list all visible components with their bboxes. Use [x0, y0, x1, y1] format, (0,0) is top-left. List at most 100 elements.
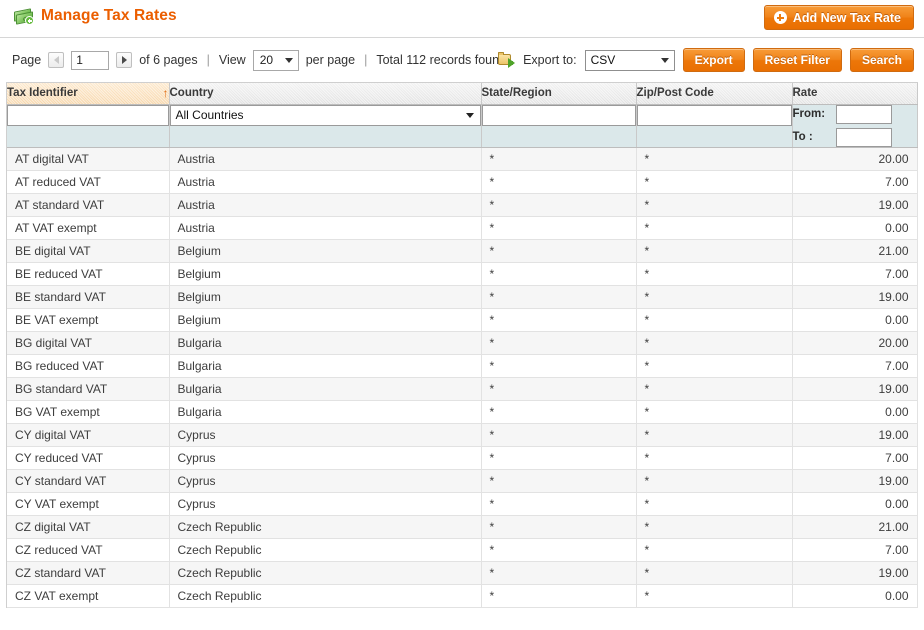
cell-zip-post-code[interactable]: * — [636, 561, 793, 585]
cell-rate[interactable]: 19.00 — [792, 193, 918, 217]
cell-zip-post-code[interactable]: * — [636, 377, 793, 401]
reset-filter-button[interactable]: Reset Filter — [752, 48, 842, 72]
cell-state-region[interactable]: * — [481, 285, 637, 309]
cell-rate[interactable]: 7.00 — [792, 262, 918, 286]
cell-rate[interactable]: 7.00 — [792, 538, 918, 562]
cell-rate[interactable]: 19.00 — [792, 561, 918, 585]
filter-rate-to-input[interactable] — [835, 127, 892, 147]
cell-zip-post-code[interactable]: * — [636, 538, 793, 562]
cell-tax-identifier[interactable]: BE digital VAT — [7, 239, 170, 263]
table-row[interactable]: CY reduced VAT Cyprus * * 7.00 — [7, 446, 918, 470]
cell-state-region[interactable]: * — [481, 331, 637, 355]
cell-country[interactable]: Bulgaria — [169, 377, 482, 401]
table-row[interactable]: CZ digital VAT Czech Republic * * 21.00 — [7, 515, 918, 539]
column-header-country[interactable]: Country — [169, 83, 482, 105]
cell-tax-identifier[interactable]: CY standard VAT — [7, 469, 170, 493]
cell-state-region[interactable]: * — [481, 584, 637, 608]
table-row[interactable]: BE standard VAT Belgium * * 19.00 — [7, 285, 918, 309]
cell-tax-identifier[interactable]: CY VAT exempt — [7, 492, 170, 516]
table-row[interactable]: BG standard VAT Bulgaria * * 19.00 — [7, 377, 918, 401]
cell-country[interactable]: Belgium — [169, 239, 482, 263]
table-row[interactable]: CZ reduced VAT Czech Republic * * 7.00 — [7, 538, 918, 562]
export-format-select[interactable]: CSV — [584, 49, 675, 71]
page-number-input[interactable] — [71, 50, 110, 70]
cell-state-region[interactable]: * — [481, 446, 637, 470]
cell-country[interactable]: Austria — [169, 170, 482, 194]
cell-rate[interactable]: 0.00 — [792, 308, 918, 332]
cell-state-region[interactable]: * — [481, 400, 637, 424]
table-row[interactable]: CY VAT exempt Cyprus * * 0.00 — [7, 492, 918, 516]
cell-tax-identifier[interactable]: CY reduced VAT — [7, 446, 170, 470]
cell-state-region[interactable]: * — [481, 239, 637, 263]
cell-zip-post-code[interactable]: * — [636, 147, 793, 171]
cell-zip-post-code[interactable]: * — [636, 354, 793, 378]
cell-zip-post-code[interactable]: * — [636, 216, 793, 240]
cell-rate[interactable]: 7.00 — [792, 354, 918, 378]
cell-state-region[interactable]: * — [481, 515, 637, 539]
table-row[interactable]: BE digital VAT Belgium * * 21.00 — [7, 239, 918, 263]
filter-country-select[interactable]: All Countries — [169, 104, 481, 126]
cell-state-region[interactable]: * — [481, 561, 637, 585]
column-header-zip-post-code[interactable]: Zip/Post Code — [636, 83, 793, 105]
cell-rate[interactable]: 21.00 — [792, 239, 918, 263]
table-row[interactable]: AT standard VAT Austria * * 19.00 — [7, 193, 918, 217]
cell-state-region[interactable]: * — [481, 492, 637, 516]
cell-country[interactable]: Cyprus — [169, 492, 482, 516]
cell-rate[interactable]: 0.00 — [792, 584, 918, 608]
cell-tax-identifier[interactable]: BE VAT exempt — [7, 308, 170, 332]
cell-zip-post-code[interactable]: * — [636, 446, 793, 470]
add-new-tax-rate-button[interactable]: Add New Tax Rate — [763, 5, 914, 30]
per-page-select[interactable]: 20 — [252, 49, 299, 71]
cell-zip-post-code[interactable]: * — [636, 515, 793, 539]
cell-rate[interactable]: 19.00 — [792, 423, 918, 447]
filter-zip-post-code-input[interactable] — [636, 104, 792, 126]
cell-zip-post-code[interactable]: * — [636, 308, 793, 332]
cell-tax-identifier[interactable]: CZ reduced VAT — [7, 538, 170, 562]
column-header-state-region[interactable]: State/Region — [481, 83, 637, 105]
cell-country[interactable]: Belgium — [169, 262, 482, 286]
cell-country[interactable]: Bulgaria — [169, 354, 482, 378]
cell-country[interactable]: Czech Republic — [169, 561, 482, 585]
table-row[interactable]: AT digital VAT Austria * * 20.00 — [7, 147, 918, 171]
cell-rate[interactable]: 20.00 — [792, 147, 918, 171]
table-row[interactable]: CZ VAT exempt Czech Republic * * 0.00 — [7, 584, 918, 608]
cell-zip-post-code[interactable]: * — [636, 193, 793, 217]
cell-rate[interactable]: 20.00 — [792, 331, 918, 355]
cell-country[interactable]: Belgium — [169, 308, 482, 332]
cell-state-region[interactable]: * — [481, 469, 637, 493]
table-row[interactable]: BE reduced VAT Belgium * * 7.00 — [7, 262, 918, 286]
cell-tax-identifier[interactable]: AT standard VAT — [7, 193, 170, 217]
cell-zip-post-code[interactable]: * — [636, 400, 793, 424]
cell-country[interactable]: Bulgaria — [169, 331, 482, 355]
table-row[interactable]: BE VAT exempt Belgium * * 0.00 — [7, 308, 918, 332]
cell-country[interactable]: Belgium — [169, 285, 482, 309]
cell-tax-identifier[interactable]: AT reduced VAT — [7, 170, 170, 194]
cell-tax-identifier[interactable]: BG digital VAT — [7, 331, 170, 355]
cell-rate[interactable]: 19.00 — [792, 377, 918, 401]
table-row[interactable]: AT reduced VAT Austria * * 7.00 — [7, 170, 918, 194]
filter-tax-identifier-input[interactable] — [7, 104, 169, 126]
cell-zip-post-code[interactable]: * — [636, 285, 793, 309]
cell-country[interactable]: Czech Republic — [169, 538, 482, 562]
cell-tax-identifier[interactable]: BE reduced VAT — [7, 262, 170, 286]
cell-zip-post-code[interactable]: * — [636, 239, 793, 263]
cell-tax-identifier[interactable]: CZ standard VAT — [7, 561, 170, 585]
cell-state-region[interactable]: * — [481, 354, 637, 378]
cell-zip-post-code[interactable]: * — [636, 584, 793, 608]
cell-zip-post-code[interactable]: * — [636, 262, 793, 286]
cell-state-region[interactable]: * — [481, 262, 637, 286]
filter-rate-from-input[interactable] — [835, 104, 892, 124]
cell-country[interactable]: Czech Republic — [169, 515, 482, 539]
column-header-tax-identifier[interactable]: Tax Identifier ↑ — [7, 83, 170, 105]
table-row[interactable]: CY digital VAT Cyprus * * 19.00 — [7, 423, 918, 447]
column-header-rate[interactable]: Rate — [792, 83, 918, 105]
cell-state-region[interactable]: * — [481, 193, 637, 217]
prev-page-arrow-icon[interactable] — [48, 52, 65, 68]
table-row[interactable]: CZ standard VAT Czech Republic * * 19.00 — [7, 561, 918, 585]
export-button[interactable]: Export — [682, 48, 745, 72]
cell-country[interactable]: Austria — [169, 193, 482, 217]
cell-rate[interactable]: 7.00 — [792, 446, 918, 470]
cell-state-region[interactable]: * — [481, 147, 637, 171]
cell-tax-identifier[interactable]: BE standard VAT — [7, 285, 170, 309]
cell-country[interactable]: Czech Republic — [169, 584, 482, 608]
